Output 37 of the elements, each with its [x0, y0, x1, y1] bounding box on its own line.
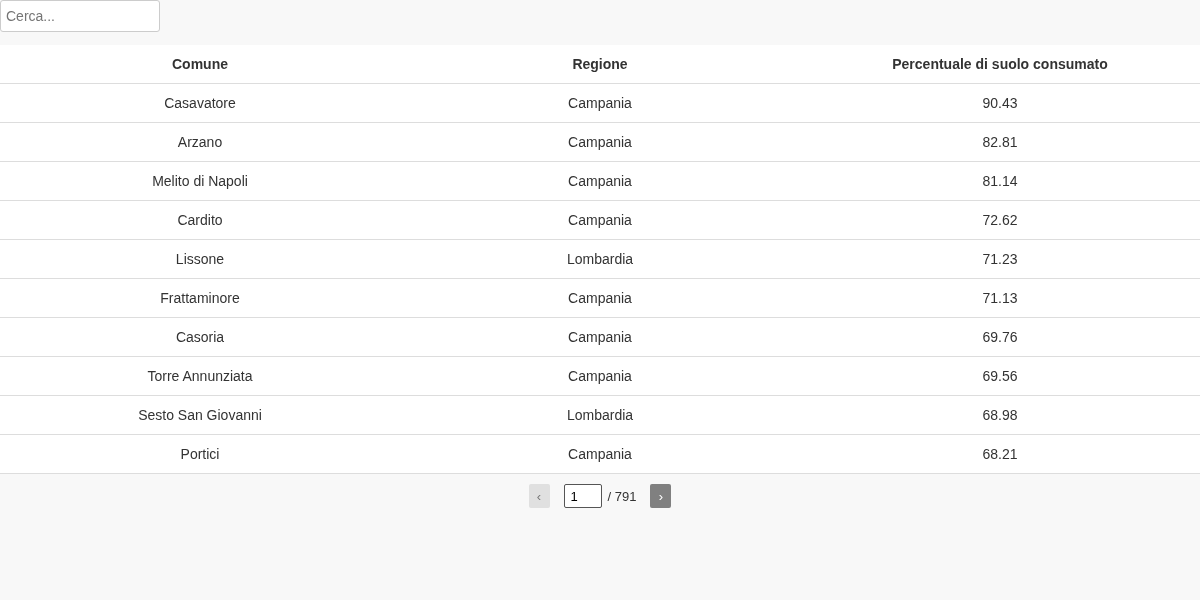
table-cell: Campania: [400, 122, 800, 162]
column-header: Comune: [0, 45, 400, 84]
table-cell: Torre Annunziata: [0, 356, 400, 396]
table-cell: 82.81: [800, 122, 1200, 162]
next-page-button[interactable]: ›: [650, 484, 672, 508]
page-total: / 791: [607, 488, 637, 504]
table-cell: Campania: [400, 161, 800, 201]
table-cell: 68.21: [800, 434, 1200, 474]
table-cell: 69.76: [800, 317, 1200, 357]
table-cell: 90.43: [800, 83, 1200, 123]
table-cell: 71.13: [800, 278, 1200, 318]
table-cell: Sesto San Giovanni: [0, 395, 400, 435]
table-cell: Casoria: [0, 317, 400, 357]
table-cell: Campania: [400, 200, 800, 240]
column-header: Regione: [400, 45, 800, 84]
column-header: Percentuale di suolo consumato: [800, 45, 1200, 84]
table-cell: 71.23: [800, 239, 1200, 279]
table-cell: Arzano: [0, 122, 400, 162]
table-cell: Frattaminore: [0, 278, 400, 318]
table-cell: Casavatore: [0, 83, 400, 123]
page-number-field[interactable]: 1: [563, 484, 602, 508]
table-cell: Lissone: [0, 239, 400, 279]
table-cell: Campania: [400, 434, 800, 474]
table-cell: Campania: [400, 83, 800, 123]
table-cell: Campania: [400, 278, 800, 318]
table-cell: 68.98: [800, 395, 1200, 435]
table-cell: Portici: [0, 434, 400, 474]
table-cell: Campania: [400, 317, 800, 357]
table-cell: 72.62: [800, 200, 1200, 240]
table-cell: Cardito: [0, 200, 400, 240]
table-cell: Lombardia: [400, 395, 800, 435]
table-cell: 81.14: [800, 161, 1200, 201]
table-cell: Melito di Napoli: [0, 161, 400, 201]
table-cell: Campania: [400, 356, 800, 396]
table-cell: Lombardia: [400, 239, 800, 279]
table-cell: 69.56: [800, 356, 1200, 396]
search-field[interactable]: Cerca...: [0, 0, 160, 32]
